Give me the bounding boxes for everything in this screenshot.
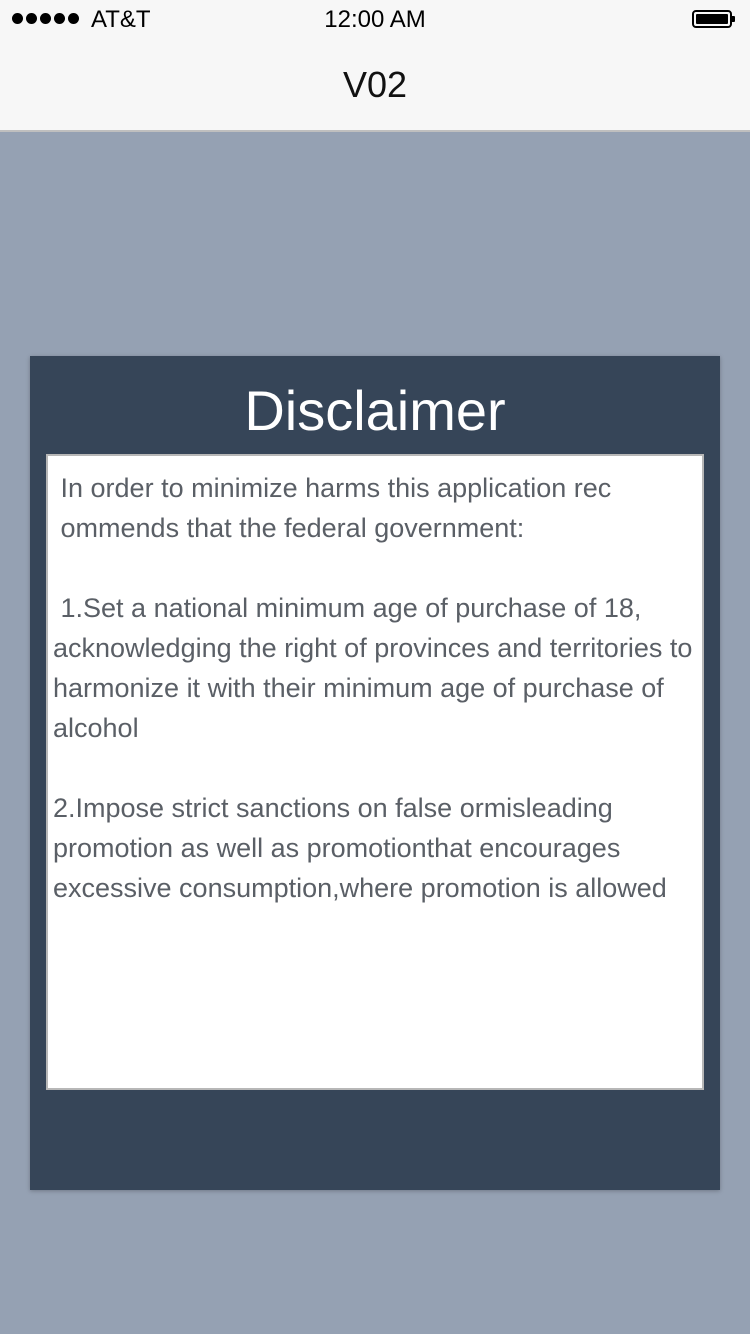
battery-fill — [696, 14, 728, 24]
battery-tip — [732, 16, 735, 22]
disclaimer-body: In order to minimize harms this applicat… — [53, 473, 693, 903]
disclaimer-title: Disclaimer — [244, 379, 506, 442]
disclaimer-text-box[interactable]: In order to minimize harms this applicat… — [46, 454, 704, 1090]
page-title: V02 — [342, 64, 408, 105]
battery-icon — [692, 10, 735, 28]
status-time: 12:00 AM — [324, 6, 426, 33]
disclaimer-card: Disclaimer In order to minimize harms th… — [30, 356, 720, 1190]
status-bar: AT&T 12:00 AM — [0, 0, 750, 40]
navigation-bar: V02 — [0, 40, 750, 132]
